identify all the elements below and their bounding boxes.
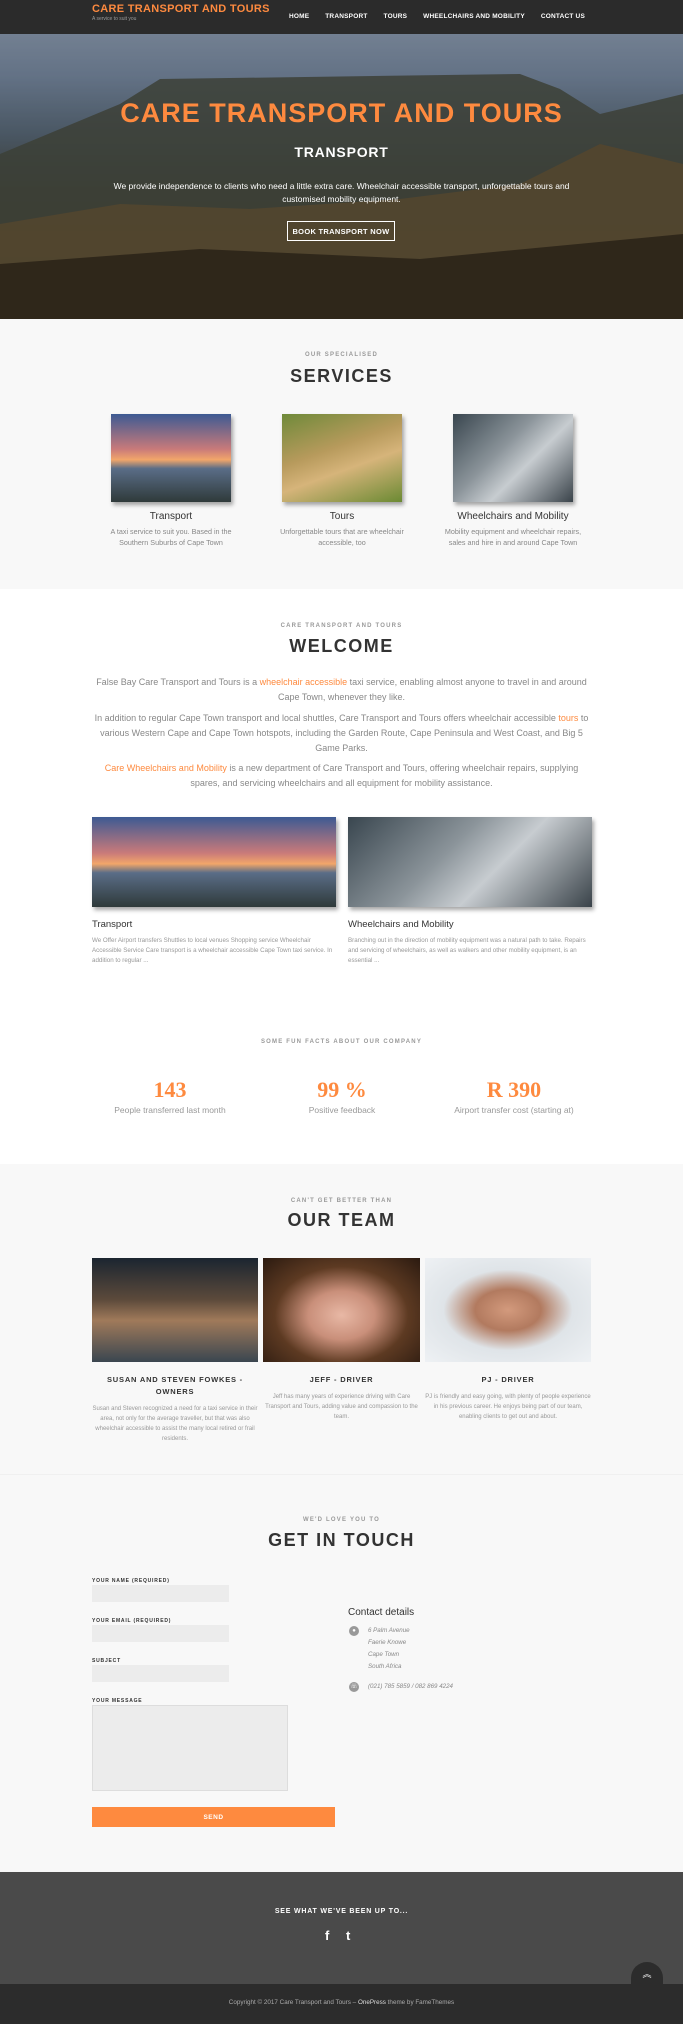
facebook-icon[interactable]: f <box>325 1928 329 1943</box>
address-line: 6 Palm Avenue <box>368 1627 410 1634</box>
welcome-card-title[interactable]: Wheelchairs and Mobility <box>348 919 592 930</box>
services-section: OUR SPECIALISED SERVICES Transport A tax… <box>0 319 683 589</box>
address-line: Cape Town <box>368 1651 400 1658</box>
footer-title: SEE WHAT WE'VE BEEN UP TO... <box>274 1908 409 1915</box>
main-nav: HOME TRANSPORT TOURS WHEELCHAIRS AND MOB… <box>289 13 585 20</box>
member-name: JEFF - DRIVER <box>309 1375 374 1384</box>
member-name: PJ - DRIVER <box>481 1375 535 1384</box>
subject-input[interactable] <box>92 1665 229 1682</box>
email-input[interactable] <box>92 1625 229 1642</box>
fact-people: 143 People transferred last month <box>80 1077 260 1115</box>
team-title: OUR TEAM <box>287 1210 396 1230</box>
service-image-transport[interactable] <box>111 414 231 502</box>
welcome-card-image[interactable] <box>92 817 336 907</box>
nav-home[interactable]: HOME <box>289 13 309 20</box>
welcome-title: WELCOME <box>289 636 394 656</box>
nav-contact[interactable]: CONTACT US <box>541 13 585 20</box>
brand-tagline: A service to suit you <box>92 16 137 22</box>
welcome-card-transport[interactable]: Transport We Offer Airport transfers Shu… <box>92 817 336 966</box>
footer-bottom: ︽ Copyright © 2017 Care Transport and To… <box>0 1962 683 2024</box>
location-icon: ● <box>349 1626 359 1636</box>
message-label: YOUR MESSAGE <box>92 1698 143 1704</box>
address-line: Faerie Knowe <box>368 1639 407 1646</box>
member-photo <box>263 1258 420 1362</box>
welcome-section: CARE TRANSPORT AND TOURS WELCOME False B… <box>0 589 683 1164</box>
name-input[interactable] <box>92 1585 229 1602</box>
nav-tours[interactable]: TOURS <box>384 13 408 20</box>
hero-title: CARE TRANSPORT AND TOURS <box>120 98 563 128</box>
member-photo <box>92 1258 258 1362</box>
service-desc: Unforgettable tours that are wheelchair … <box>280 527 404 547</box>
site-header: CARE TRANSPORT AND TOURS A service to su… <box>0 0 683 34</box>
nav-transport[interactable]: TRANSPORT <box>325 13 367 20</box>
services-title: SERVICES <box>290 366 393 386</box>
email-label: YOUR EMAIL (REQUIRED) <box>92 1618 172 1624</box>
fact-feedback: 99 % Positive feedback <box>252 1077 432 1115</box>
team-member-jeff: JEFF - DRIVER Jeff has many years of exp… <box>263 1258 420 1422</box>
team-small-title: CAN'T GET BETTER THAN <box>290 1198 393 1204</box>
service-image-tours[interactable] <box>282 414 402 502</box>
phone-icon: ☏ <box>349 1682 359 1692</box>
service-card-tours[interactable]: Tours Unforgettable tours that are wheel… <box>267 414 417 548</box>
phone-number[interactable]: (021) 785 5859 / 082 869 4224 <box>368 1683 453 1690</box>
fact-number: R 390 <box>486 1077 542 1102</box>
send-button[interactable]: SEND <box>92 1807 335 1827</box>
member-photo <box>425 1258 591 1362</box>
welcome-small-title: CARE TRANSPORT AND TOURS <box>280 623 403 629</box>
service-desc: A taxi service to suit you. Based in the… <box>110 527 232 547</box>
service-desc: Mobility equipment and wheelchair repair… <box>444 527 582 547</box>
welcome-paragraph-3: Care Wheelchairs and Mobility is a new d… <box>104 763 579 788</box>
fact-label: People transferred last month <box>114 1105 226 1115</box>
hero-subtitle: TRANSPORT <box>294 144 389 160</box>
theme-link[interactable]: OnePress <box>358 1999 386 2006</box>
welcome-card-desc: Branching out in the direction of mobili… <box>348 937 586 964</box>
team-member-pj: PJ - DRIVER PJ is friendly and easy goin… <box>425 1258 591 1422</box>
facts-small-title: SOME FUN FACTS ABOUT OUR COMPANY <box>260 1039 423 1045</box>
address-line: South Africa <box>368 1663 402 1670</box>
contact-small-title: WE'D LOVE YOU TO <box>302 1517 381 1523</box>
brand[interactable]: CARE TRANSPORT AND TOURS A service to su… <box>92 3 270 22</box>
service-card-transport[interactable]: Transport A taxi service to suit you. Ba… <box>96 414 246 548</box>
member-desc: Susan and Steven recognized a need for a… <box>92 1406 258 1442</box>
subject-label: SUBJECT <box>92 1658 121 1664</box>
fact-airport-cost: R 390 Airport transfer cost (starting at… <box>424 1077 604 1115</box>
footer-social: SEE WHAT WE'VE BEEN UP TO... f t <box>0 1872 683 1984</box>
fact-label: Airport transfer cost (starting at) <box>454 1105 574 1115</box>
team-section: CAN'T GET BETTER THAN OUR TEAM SUSAN AND… <box>0 1164 683 1474</box>
welcome-paragraph-1: False Bay Care Transport and Tours is a … <box>96 677 587 702</box>
fact-label: Positive feedback <box>308 1105 376 1115</box>
member-name: SUSAN AND STEVEN FOWKES - OWNERS <box>107 1375 243 1396</box>
welcome-card-desc: We Offer Airport transfers Shuttles to l… <box>92 937 333 964</box>
team-member-owners: SUSAN AND STEVEN FOWKES - OWNERS Susan a… <box>92 1258 258 1444</box>
welcome-card-image[interactable] <box>348 817 592 907</box>
service-name[interactable]: Wheelchairs and Mobility <box>438 511 588 522</box>
welcome-card-wheelchairs[interactable]: Wheelchairs and Mobility Branching out i… <box>348 817 592 966</box>
hero-description: We provide independence to clients who n… <box>113 181 570 204</box>
message-textarea[interactable] <box>92 1705 288 1791</box>
member-desc: Jeff has many years of experience drivin… <box>265 1394 418 1420</box>
fact-number: 99 % <box>317 1077 367 1102</box>
service-card-wheelchairs[interactable]: Wheelchairs and Mobility Mobility equipm… <box>438 414 588 548</box>
contact-title: GET IN TOUCH <box>268 1530 415 1550</box>
book-transport-button[interactable]: BOOK TRANSPORT NOW <box>287 221 395 241</box>
service-image-wheelchairs[interactable] <box>453 414 573 502</box>
welcome-paragraph-2: In addition to regular Cape Town transpo… <box>94 713 589 753</box>
copyright: Copyright © 2017 Care Transport and Tour… <box>228 1999 455 2006</box>
tours-link[interactable]: tours <box>558 713 578 723</box>
service-name[interactable]: Tours <box>267 511 417 522</box>
hero-section: CARE TRANSPORT AND TOURS TRANSPORT We pr… <box>0 34 683 319</box>
services-small-title: OUR SPECIALISED <box>304 352 378 358</box>
name-label: YOUR NAME (REQUIRED) <box>92 1578 170 1584</box>
wheelchair-accessible-link[interactable]: wheelchair accessible <box>260 677 348 687</box>
member-desc: PJ is friendly and easy going, with plen… <box>425 1394 591 1420</box>
contact-details-title: Contact details <box>348 1607 415 1618</box>
care-wheelchairs-link[interactable]: Care Wheelchairs and Mobility <box>105 763 227 773</box>
contact-section: WE'D LOVE YOU TO GET IN TOUCH YOUR NAME … <box>0 1474 683 1872</box>
fact-number: 143 <box>153 1077 187 1102</box>
twitter-icon[interactable]: t <box>346 1928 350 1943</box>
nav-wheelchairs[interactable]: WHEELCHAIRS AND MOBILITY <box>423 13 525 20</box>
welcome-card-title[interactable]: Transport <box>92 919 336 930</box>
service-name[interactable]: Transport <box>96 511 246 522</box>
brand-title[interactable]: CARE TRANSPORT AND TOURS <box>92 3 270 15</box>
